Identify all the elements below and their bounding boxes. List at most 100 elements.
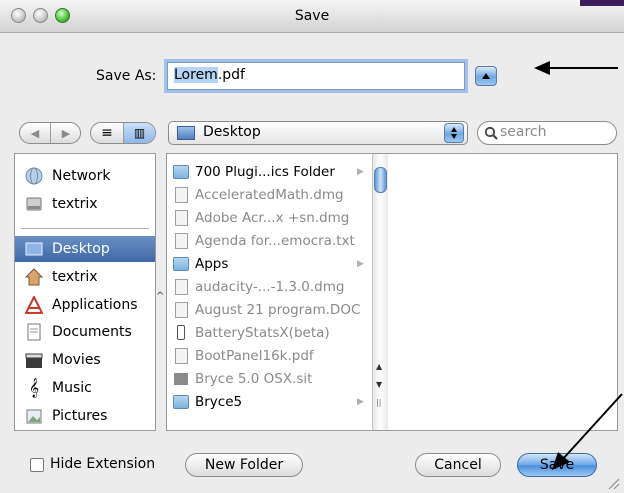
file-icon	[173, 278, 189, 296]
file-column: 700 Plugi...ics Folder ▶ AcceleratedMath…	[167, 154, 372, 430]
list-item[interactable]: 700 Plugi...ics Folder ▶	[167, 160, 367, 183]
sidebar-item-desktop[interactable]: Desktop	[15, 236, 155, 262]
file-name: 700 Plugi...ics Folder	[195, 163, 335, 180]
sidebar-item-label: Desktop	[52, 241, 110, 257]
file-name: Apps	[195, 255, 229, 272]
file-name: Agenda for...emocra.txt	[195, 232, 355, 249]
triangle-up-icon	[482, 73, 490, 79]
clapper-icon	[24, 350, 44, 370]
list-view-icon: ≡	[101, 125, 113, 141]
file-name: Bryce5	[195, 393, 243, 410]
collapse-dialog-button[interactable]	[475, 66, 497, 86]
sidebar-item-textrix-home[interactable]: textrix	[15, 264, 155, 290]
folder-icon	[173, 255, 189, 273]
battery-icon	[173, 324, 189, 342]
sidebar-item-applications[interactable]: Applications	[15, 292, 155, 318]
sidebar-item-music[interactable]: 𝄞 Music	[15, 375, 155, 401]
globe-icon	[24, 166, 44, 186]
pdf-file-icon	[173, 347, 189, 365]
list-item: BootPanel16k.pdf	[167, 344, 367, 367]
sidebar-item-label: Movies	[52, 352, 101, 368]
list-item: Agenda for...emocra.txt	[167, 229, 367, 252]
save-as-selected-text: Lorem	[174, 67, 218, 83]
documents-icon	[24, 322, 44, 342]
list-item: August 21 program.DOC	[167, 298, 367, 321]
forward-button[interactable]: ▶	[51, 123, 81, 143]
resize-grip-icon[interactable]	[606, 476, 620, 490]
file-name: BootPanel16k.pdf	[195, 347, 314, 364]
file-column-scrollbar[interactable]: ▲ ▼ ||	[372, 154, 388, 430]
column-view-button[interactable]: ▥	[124, 123, 155, 143]
sidebar-item-network[interactable]: Network	[15, 163, 155, 189]
applications-icon	[24, 295, 44, 315]
cancel-button[interactable]: Cancel	[415, 453, 501, 477]
home-icon	[24, 267, 44, 287]
search-icon	[484, 126, 498, 140]
sidebar-item-label: Documents	[52, 324, 132, 340]
sidebar-item-label: Applications	[52, 297, 138, 313]
search-field[interactable]: search	[477, 121, 617, 145]
sidebar-item-documents[interactable]: Documents	[15, 319, 155, 345]
sidebar-item-label: Music	[52, 380, 92, 396]
list-item: BatteryStatsX(beta)	[167, 321, 367, 344]
location-popup[interactable]: Desktop	[168, 121, 468, 145]
file-name: August 21 program.DOC	[195, 301, 361, 318]
back-forward-control: ◀ ▶	[19, 122, 81, 144]
sidebar-item-movies[interactable]: Movies	[15, 347, 155, 373]
sidebar-item-pictures[interactable]: Pictures	[15, 403, 155, 429]
column-view-icon: ▥	[133, 126, 146, 140]
sidebar-item-label: Pictures	[52, 408, 108, 424]
file-name: BatteryStatsX(beta)	[195, 324, 330, 341]
location-current: Desktop	[203, 124, 261, 140]
view-mode-control: ≡ ▥	[90, 122, 156, 144]
window-title: Save	[294, 8, 330, 24]
scroll-thumb[interactable]	[374, 167, 387, 193]
hide-extension-label: Hide Extension	[50, 456, 156, 472]
pictures-icon	[24, 406, 44, 426]
save-as-field[interactable]: Lorem.pdf	[167, 62, 465, 90]
title-bar[interactable]: Save	[0, 0, 624, 33]
annotation-arrow	[552, 393, 623, 470]
hard-disk-icon	[24, 194, 44, 214]
sidebar-item-label: textrix	[52, 269, 98, 285]
archive-icon	[173, 370, 189, 388]
scroll-up-arrow-icon[interactable]: ▲	[376, 362, 382, 371]
list-view-button[interactable]: ≡	[91, 123, 124, 143]
column-resize-handle[interactable]: ||	[376, 398, 381, 407]
sidebar-item-textrix-disk[interactable]: textrix	[15, 191, 155, 217]
list-item[interactable]: Apps ▶	[167, 252, 367, 275]
file-name: Adobe Acr...x +sn.dmg	[195, 209, 350, 226]
scroll-down-arrow-icon[interactable]: ▼	[376, 380, 382, 389]
file-icon	[173, 186, 189, 204]
annotation-arrow	[548, 67, 618, 69]
chevron-right-icon: ▶	[357, 258, 364, 269]
file-icon	[173, 301, 189, 319]
background-window-edge	[580, 0, 624, 6]
folder-icon	[173, 163, 189, 181]
list-item: audacity-...-1.3.0.dmg	[167, 275, 367, 298]
sidebar-item-label: textrix	[52, 196, 98, 212]
back-arrow-icon: ◀	[30, 126, 40, 140]
forward-arrow-icon: ▶	[61, 126, 71, 140]
sidebar-splitter[interactable]: ^	[156, 291, 164, 302]
list-item: AcceleratedMath.dmg	[167, 183, 367, 206]
up-down-arrows-icon	[451, 127, 457, 139]
sidebar-item-label: Network	[52, 168, 111, 184]
list-item: Adobe Acr...x +sn.dmg	[167, 206, 367, 229]
list-item[interactable]: Bryce5 ▶	[167, 390, 367, 413]
chevron-right-icon: ▶	[357, 396, 364, 407]
folder-icon	[173, 393, 189, 411]
file-icon	[173, 232, 189, 250]
save-dialog: Save Save As: Lorem.pdf ◀ ▶ ≡ ▥ Desktop	[0, 0, 624, 493]
file-browser: 700 Plugi...ics Folder ▶ AcceleratedMath…	[166, 153, 618, 431]
hide-extension-checkbox[interactable]	[30, 458, 44, 472]
list-item: Bryce 5.0 OSX.sit	[167, 367, 367, 390]
sidebar-divider	[21, 228, 149, 229]
music-note-icon: 𝄞	[28, 378, 40, 398]
desktop-icon	[177, 126, 195, 140]
new-folder-button[interactable]: New Folder	[185, 453, 303, 477]
popup-stepper	[444, 123, 464, 143]
save-as-extension-text: .pdf	[217, 67, 245, 83]
chevron-right-icon: ▶	[357, 166, 364, 177]
back-button[interactable]: ◀	[20, 123, 51, 143]
